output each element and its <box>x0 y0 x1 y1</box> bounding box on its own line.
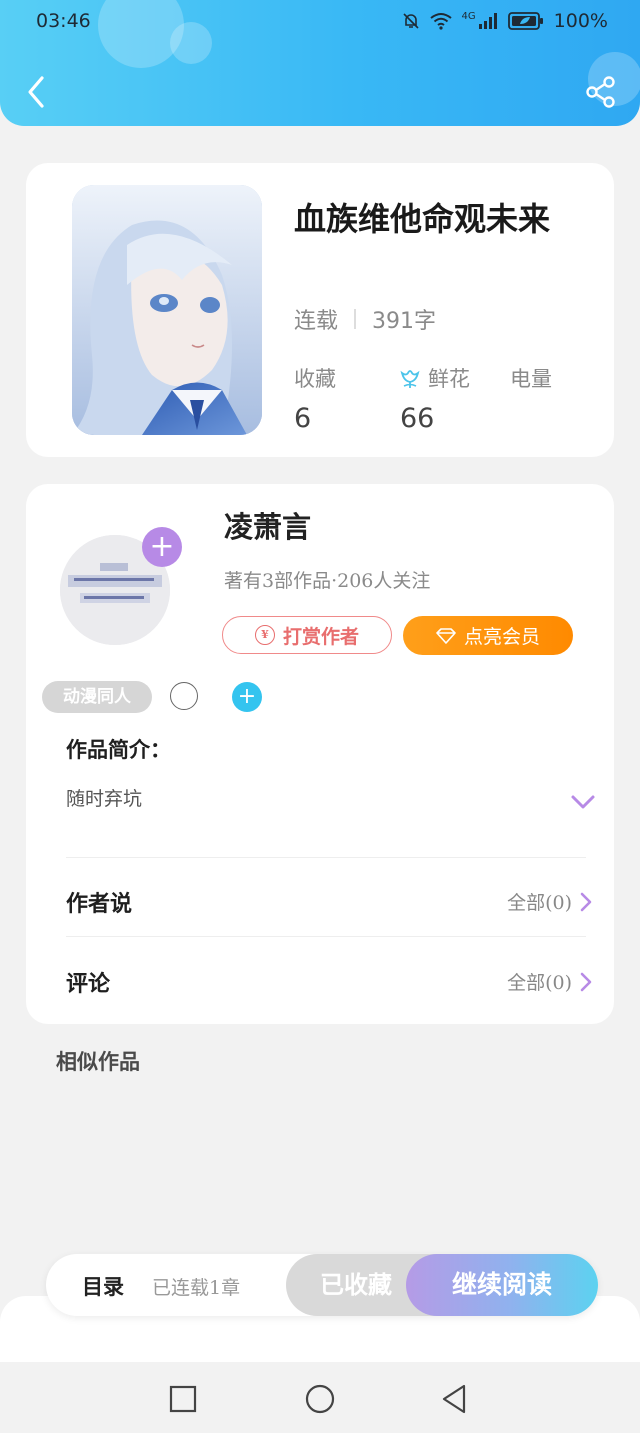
intro-title: 作品简介： <box>66 737 171 762</box>
diamond-icon <box>436 627 456 644</box>
word-count: 391字 <box>372 309 437 334</box>
author-card: + 凌萧言 著有3部作品·206人关注 ¥ 打赏作者 点亮会员 动漫同人 + 作… <box>26 484 614 1024</box>
author-says-count: 全部(0) <box>507 892 572 914</box>
comments-title: 评论 <box>66 971 111 997</box>
vip-button[interactable]: 点亮会员 <box>403 616 573 655</box>
continue-reading-button[interactable]: 继续阅读 <box>406 1254 598 1316</box>
toc-status: 已连载1章 <box>152 1277 241 1299</box>
toc-button[interactable]: 目录 <box>82 1271 124 1301</box>
status-icons: 4G 100% <box>402 10 608 32</box>
intro-text: 随时弃坑 <box>66 788 143 810</box>
serial-status: 连载 <box>294 309 339 334</box>
battery-level: 100% <box>553 10 608 32</box>
author-name[interactable]: 凌萧言 <box>224 504 311 546</box>
header: 03:46 4G 100% <box>0 0 640 126</box>
share-icon[interactable] <box>584 74 618 110</box>
comments-count: 全部(0) <box>507 972 572 994</box>
add-tag-button[interactable]: + <box>232 682 262 712</box>
tag-placeholder-circle[interactable] <box>170 682 198 710</box>
plus-icon: + <box>237 684 257 709</box>
plus-icon: + <box>149 529 175 564</box>
status-time: 03:46 <box>36 10 91 32</box>
author-stats: 著有3部作品·206人关注 <box>224 570 431 592</box>
chevron-down-icon[interactable] <box>570 792 596 812</box>
stat-label-flowers: 鲜花 <box>428 367 470 391</box>
follow-author-button[interactable]: + <box>142 527 182 567</box>
stat-value-flowers: 66 <box>400 403 435 434</box>
wifi-icon <box>429 13 452 30</box>
network-label: 4G <box>461 10 476 22</box>
book-info-card: 血族维他命观未来 连载 391字 收藏 6 鲜花 66 电量 <box>26 163 614 457</box>
signal-icon <box>478 13 497 29</box>
system-nav-bar <box>0 1362 640 1433</box>
divider <box>66 936 586 937</box>
chevron-right-icon <box>580 972 592 991</box>
genre-tag[interactable]: 动漫同人 <box>42 681 152 713</box>
vip-label: 点亮会员 <box>463 626 540 648</box>
stat-label-favorites: 收藏 <box>294 367 336 391</box>
battery-icon <box>507 12 543 30</box>
favorited-label: 已收藏 <box>320 1270 392 1299</box>
stat-flowers[interactable]: 鲜花 <box>398 363 470 393</box>
divider <box>66 857 586 858</box>
bell-muted-icon <box>402 13 419 29</box>
author-says-all-link[interactable]: 全部(0) <box>507 888 592 915</box>
chevron-right-icon <box>580 892 592 911</box>
similar-works-title: 相似作品 <box>56 1049 140 1074</box>
square-icon[interactable] <box>166 1382 200 1416</box>
stat-label-power[interactable]: 电量 <box>510 363 552 393</box>
book-title: 血族维他命观未来 <box>294 200 551 238</box>
reward-label: 打赏作者 <box>282 625 359 648</box>
meta-divider <box>354 309 357 329</box>
cover-illustration <box>72 185 262 435</box>
yen-icon: ¥ <box>254 625 275 645</box>
action-bar: 目录 已连载1章 已收藏 继续阅读 <box>46 1254 598 1316</box>
stat-value-favorites: 6 <box>294 403 312 434</box>
comments-all-link[interactable]: 全部(0) <box>507 968 592 995</box>
reward-author-button[interactable]: ¥ 打赏作者 <box>222 616 392 654</box>
flower-icon <box>400 370 420 388</box>
chevron-left-icon[interactable] <box>22 74 52 110</box>
triangle-back-icon[interactable] <box>438 1382 472 1416</box>
circle-icon[interactable] <box>303 1382 337 1416</box>
book-meta: 连载 391字 <box>294 303 436 335</box>
decor-bubble <box>170 22 212 64</box>
author-says-title: 作者说 <box>66 891 133 917</box>
book-cover[interactable] <box>72 185 262 435</box>
